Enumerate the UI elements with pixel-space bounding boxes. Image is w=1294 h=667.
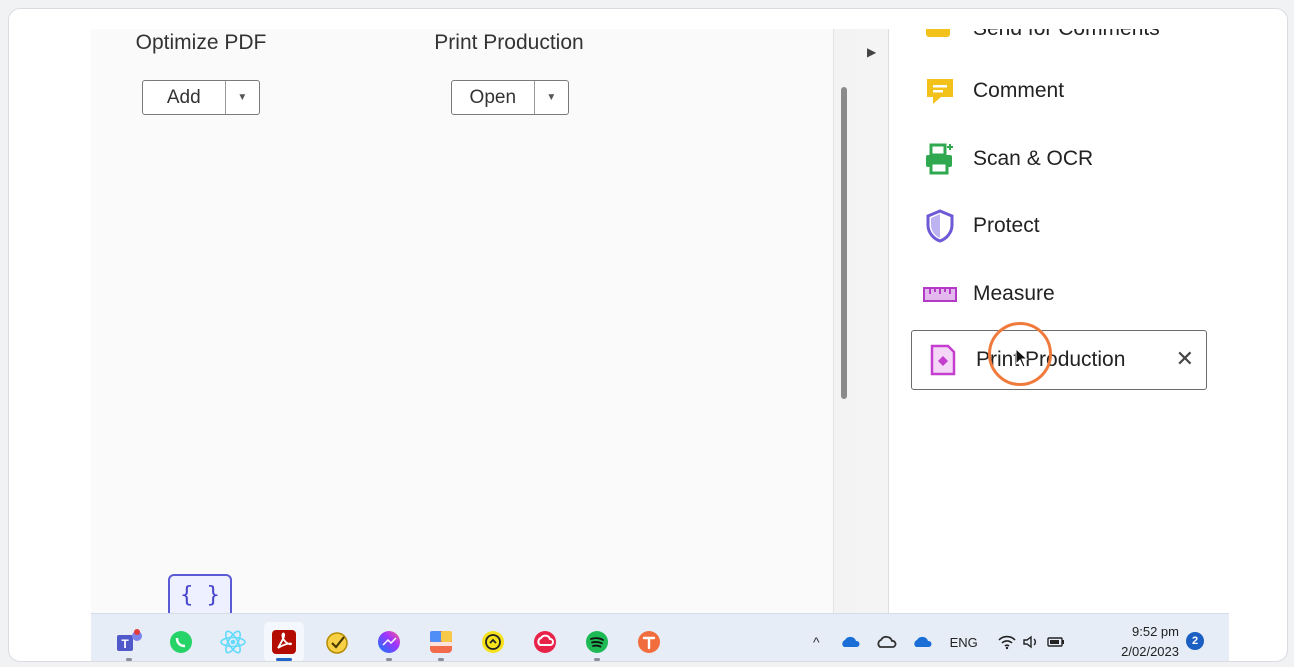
wifi-icon[interactable]	[998, 634, 1016, 650]
running-indicator	[438, 658, 444, 661]
panel-item-label: Send for Comments	[973, 29, 1160, 41]
optimize-add-split-button[interactable]: Add ▼	[142, 80, 260, 115]
sticky-app-icon[interactable]	[317, 622, 357, 661]
add-button[interactable]: Add	[143, 81, 225, 114]
panel-item-send-for-comments[interactable]: Send for Comments	[909, 29, 1205, 59]
spotify-icon[interactable]	[577, 622, 617, 661]
chevron-right-icon[interactable]: ▶	[867, 45, 876, 59]
panel-item-print-production[interactable]: Print Production ✕	[911, 330, 1207, 390]
react-icon[interactable]	[213, 622, 253, 661]
print-open-split-button[interactable]: Open ▼	[451, 80, 569, 115]
tool-title: Optimize PDF	[135, 31, 267, 54]
panel-item-label: Comment	[973, 79, 1065, 102]
tool-optimize-pdf: Optimize PDF	[111, 29, 291, 56]
panel-item-comment[interactable]: Comment	[909, 61, 1205, 121]
mouse-pointer-icon	[1015, 348, 1029, 368]
tool-title: Print Production	[434, 31, 584, 54]
right-pane-toggle[interactable]: ▶	[856, 29, 889, 613]
caret-down-icon[interactable]: ▼	[533, 81, 568, 114]
scan-ocr-icon	[923, 142, 957, 176]
acrobat-icon[interactable]	[264, 622, 304, 661]
teams-icon[interactable]: T	[109, 622, 149, 661]
tools-right-panel: Send for Comments Comment	[889, 29, 1229, 613]
ruler-icon	[923, 277, 957, 311]
svg-text:T: T	[121, 637, 129, 651]
open-button[interactable]: Open	[452, 81, 534, 114]
vertical-scrollbar[interactable]	[833, 29, 856, 613]
shield-icon	[923, 209, 957, 243]
panel-item-scan-ocr[interactable]: Scan & OCR	[909, 129, 1205, 189]
sticky-notes-icon[interactable]	[421, 622, 461, 661]
panel-item-label: Measure	[973, 282, 1055, 305]
panel-item-measure[interactable]: Measure	[909, 264, 1205, 324]
print-production-icon	[926, 343, 960, 377]
panel-item-label: Scan & OCR	[973, 147, 1094, 170]
screen-frame: Optimize PDF Add ▼ Print Production Open…	[8, 8, 1288, 662]
running-indicator	[594, 658, 600, 661]
creative-cloud-icon[interactable]	[525, 622, 565, 661]
windows-taskbar: T ^ ENG 9:52 pm 2/02/2023 2	[91, 613, 1229, 661]
tool-print-production: Print Production	[409, 29, 609, 56]
system-tray: ^ ENG	[813, 614, 1066, 661]
scrollbar-thumb[interactable]	[841, 87, 847, 399]
timer-icon[interactable]	[473, 622, 513, 661]
panel-item-protect[interactable]: Protect	[909, 196, 1205, 256]
notification-badge[interactable]: 2	[1186, 632, 1204, 650]
system-clock[interactable]: 9:52 pm 2/02/2023	[1111, 622, 1179, 661]
whatsapp-icon[interactable]	[161, 622, 201, 661]
running-indicator	[276, 658, 292, 661]
running-indicator	[126, 658, 132, 661]
clock-date: 2/02/2023	[1121, 644, 1179, 659]
send-comments-icon	[923, 29, 957, 46]
clock-time: 9:52 pm	[1132, 624, 1179, 639]
onedrive-icon[interactable]	[840, 635, 862, 649]
running-indicator	[386, 658, 392, 661]
panel-item-label: Protect	[973, 214, 1040, 237]
battery-icon[interactable]	[1046, 634, 1066, 650]
close-icon[interactable]: ✕	[1176, 347, 1194, 371]
cloud-outline-icon[interactable]	[876, 635, 898, 649]
chevron-up-icon[interactable]: ^	[813, 634, 820, 650]
language-indicator[interactable]: ENG	[950, 635, 978, 650]
caret-down-icon[interactable]: ▼	[224, 81, 259, 114]
typora-icon[interactable]	[629, 622, 669, 661]
comment-icon	[923, 74, 957, 108]
onedrive-personal-icon[interactable]	[912, 635, 934, 649]
volume-icon[interactable]	[1022, 634, 1040, 650]
json-formatter-badge[interactable]: { }	[168, 574, 232, 613]
acrobat-window: Optimize PDF Add ▼ Print Production Open…	[91, 29, 1229, 613]
messenger-icon[interactable]	[369, 622, 409, 661]
